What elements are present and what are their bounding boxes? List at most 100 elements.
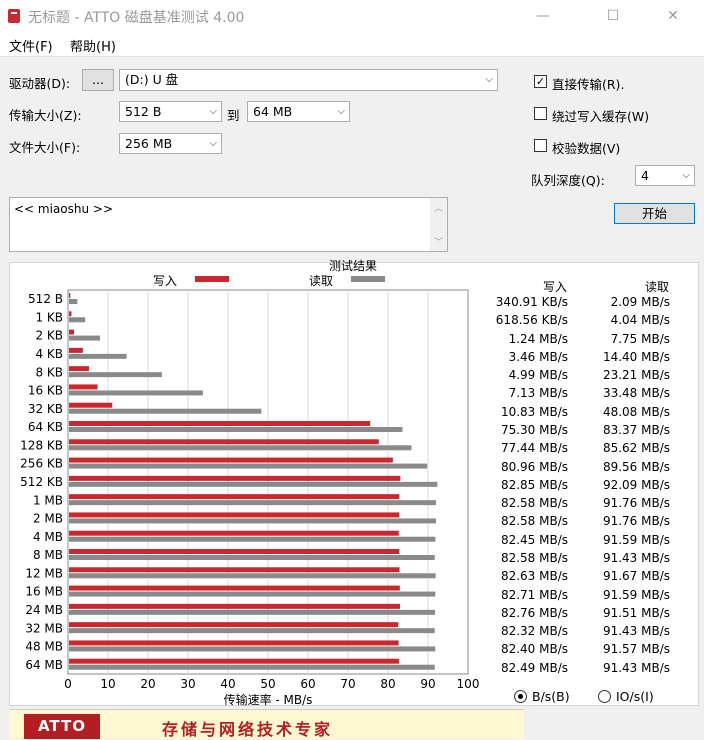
write-value: 82.58 MB/s [500,514,568,529]
write-value: 80.96 MB/s [500,459,568,474]
read-bar [69,500,437,506]
write-bar [69,293,71,298]
y-tick-label: 32 KB [28,402,63,416]
write-bar [69,439,379,445]
y-tick-label: 512 B [28,292,63,306]
read-bar [69,609,436,615]
write-bar [69,402,113,408]
x-tick-label: 20 [140,677,155,691]
write-bar [69,585,400,591]
read-bar [69,573,436,579]
atto-banner[interactable]: ATTO 存储与网络技术专家 [10,709,524,739]
read-value: 91.59 MB/s [602,587,670,602]
y-tick-label: 8 KB [35,365,63,379]
y-tick-label: 1 MB [33,493,63,507]
write-bar [69,457,393,463]
write-bar [69,640,399,646]
write-bar [69,512,400,518]
read-bar [69,555,435,560]
read-value: 48.08 MB/s [602,404,670,419]
write-value: 82.40 MB/s [500,642,568,657]
read-bar [69,536,436,542]
x-axis-label: 传输速率 - MB/s [224,692,313,707]
y-tick-label: 16 KB [28,384,63,398]
write-bar [69,475,401,481]
read-bar [69,646,436,652]
write-value: 82.58 MB/s [500,496,568,511]
write-value: 77.44 MB/s [500,441,568,456]
write-value: 82.45 MB/s [500,532,568,547]
y-tick-label: 256 KB [20,457,63,471]
write-bar [69,603,401,609]
unit-io-label: IO/s(I) [616,689,654,704]
read-value: 91.43 MB/s [602,660,670,675]
y-tick-label: 512 KB [20,475,63,489]
read-value: 91.57 MB/s [602,642,670,657]
write-bar [69,549,400,554]
write-bar [69,622,399,628]
x-tick-label: 40 [220,677,235,691]
read-value: 83.37 MB/s [602,423,670,437]
read-value: 91.51 MB/s [602,605,670,620]
write-value: 82.32 MB/s [500,624,568,639]
read-bar [69,317,86,323]
x-tick-label: 30 [180,677,195,691]
y-tick-label: 24 MB [25,603,63,617]
read-value: 7.75 MB/s [610,331,670,346]
banner-slogan: 存储与网络技术专家 [162,720,334,739]
y-tick-label: 32 MB [25,621,63,635]
unit-bytes-label: B/s(B) [532,689,570,704]
write-value: 7.13 MB/s [508,386,568,401]
read-value: 91.43 MB/s [602,551,670,565]
write-bar [69,311,72,317]
read-value: 14.40 MB/s [602,349,670,364]
y-tick-label: 1 KB [35,310,63,324]
y-tick-label: 4 KB [35,347,63,361]
y-tick-label: 64 MB [25,658,63,672]
write-value: 82.58 MB/s [500,551,568,565]
read-bar [69,628,435,634]
read-bar [69,299,78,304]
x-tick-label: 0 [64,677,72,691]
read-value: 91.43 MB/s [602,624,670,639]
write-value: 4.99 MB/s [508,368,568,383]
unit-io-radio[interactable] [598,690,611,703]
write-bar [69,384,98,390]
read-bar [69,481,438,487]
write-value: 1.24 MB/s [508,331,568,346]
read-bar [69,353,127,359]
read-value: 91.76 MB/s [602,496,670,511]
unit-bytes-radio[interactable] [514,690,527,703]
read-bar [69,445,412,451]
y-tick-label: 2 MB [33,512,63,526]
y-tick-label: 64 KB [28,420,63,434]
read-bar [69,518,437,524]
x-tick-label: 60 [300,677,315,691]
y-tick-label: 16 MB [25,585,63,599]
x-tick-label: 10 [100,677,115,691]
write-bar [69,494,400,500]
write-bar [69,421,371,426]
write-value: 3.46 MB/s [508,349,568,364]
x-tick-label: 80 [380,677,395,691]
write-bar [69,329,74,335]
read-value: 89.56 MB/s [602,459,670,474]
read-value: 91.67 MB/s [602,569,670,584]
write-value: 82.71 MB/s [500,587,568,602]
write-bar [69,658,399,664]
read-value: 23.21 MB/s [602,368,670,383]
x-tick-label: 50 [260,677,275,691]
y-tick-label: 4 MB [33,530,63,544]
y-tick-label: 2 KB [35,329,63,343]
read-bar [69,591,436,597]
write-bar [69,567,400,573]
write-value: 618.56 KB/s [495,313,568,328]
read-value: 4.04 MB/s [610,313,670,328]
write-value: 82.49 MB/s [500,660,568,675]
write-value: 10.83 MB/s [500,404,568,419]
write-bar [69,366,89,372]
read-bar [69,664,435,670]
read-value: 33.48 MB/s [602,386,670,401]
read-value: 85.62 MB/s [602,441,670,456]
read-value: 91.59 MB/s [602,532,670,547]
